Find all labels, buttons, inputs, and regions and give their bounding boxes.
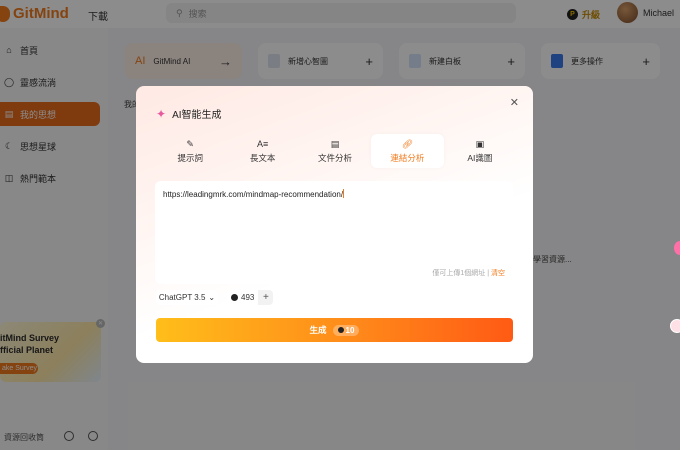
text-icon: A≡ <box>256 138 269 149</box>
credit-count: 493 <box>241 293 255 302</box>
tab-label: 提示詞 <box>177 152 203 163</box>
tab-link-analysis[interactable]: 🔗︎ 連結分析 <box>371 134 444 168</box>
tab-file-analysis[interactable]: ▤ 文件分析 <box>299 134 371 168</box>
support-avatar[interactable] <box>670 319 680 333</box>
tab-label: 連結分析 <box>390 152 425 163</box>
tab-long-text[interactable]: A≡ 長文本 <box>226 134 298 168</box>
link-icon: 🔗︎ <box>401 138 414 149</box>
tab-label: 長文本 <box>249 152 276 163</box>
credits-balance: 493 + <box>227 290 274 305</box>
tab-prompt[interactable]: ✎ 提示詞 <box>154 134 226 168</box>
add-credits-button[interactable]: + <box>258 290 274 305</box>
model-label: ChatGPT 3.5 <box>158 293 206 302</box>
dialog-title: ✦ AI智能生成 <box>156 106 222 122</box>
cost-value: 10 <box>345 325 355 335</box>
tab-label: AI識圖 <box>467 152 493 163</box>
file-icon: ▤ <box>330 138 340 149</box>
model-select[interactable]: ChatGPT 3.5 ⌄ <box>156 290 218 305</box>
coin-icon <box>231 294 238 301</box>
dialog-title-text: AI智能生成 <box>172 110 222 121</box>
generate-label: 生成 <box>309 325 327 335</box>
ai-generate-dialog: ✦ AI智能生成 ✕ ✎ 提示詞 A≡ 長文本 ▤ 文件分析 🔗︎ 連結分析 ▣… <box>136 86 533 363</box>
floating-assistant-icon[interactable] <box>674 241 680 255</box>
cost-badge: 10 <box>332 324 360 336</box>
image-icon: ▣ <box>475 138 485 149</box>
url-input[interactable]: https://leadingmrk.com/mindmap-recommend… <box>155 181 513 284</box>
pen-icon: ✎ <box>186 138 194 149</box>
tab-ai-image[interactable]: ▣ AI識圖 <box>444 134 516 168</box>
credit-value: 493 <box>227 290 259 305</box>
tab-label: 文件分析 <box>318 152 353 163</box>
url-limit-text: 僅可上傳1個網址 | <box>432 270 490 277</box>
mode-tabs: ✎ 提示詞 A≡ 長文本 ▤ 文件分析 🔗︎ 連結分析 ▣ AI識圖 <box>154 134 516 168</box>
generate-button[interactable]: 生成 10 <box>156 318 513 342</box>
close-icon[interactable]: ✕ <box>510 96 519 109</box>
url-text: https://leadingmrk.com/mindmap-recommend… <box>163 190 344 199</box>
chevron-down-icon: ⌄ <box>208 293 216 302</box>
url-input-value: https://leadingmrk.com/mindmap-recommend… <box>163 189 345 199</box>
text-caret <box>343 189 345 198</box>
coin-icon <box>337 327 344 333</box>
sparkle-icon: ✦ <box>156 106 167 121</box>
url-hint: 僅可上傳1個網址 | 清空 <box>432 268 505 278</box>
clear-button[interactable]: 清空 <box>491 270 505 277</box>
